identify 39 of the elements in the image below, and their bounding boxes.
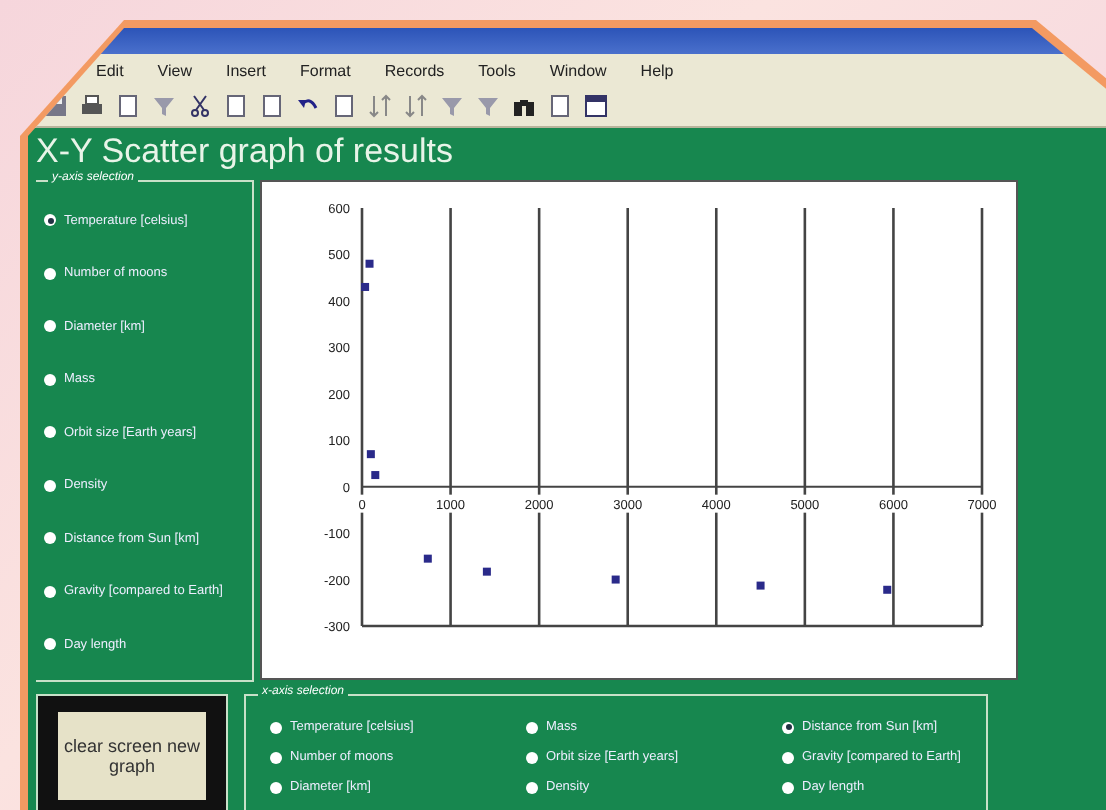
- binoculars-icon[interactable]: [512, 94, 536, 118]
- radio-button[interactable]: [44, 320, 56, 333]
- radio-button[interactable]: [270, 781, 282, 793]
- menu-item[interactable]: Tools: [478, 61, 516, 79]
- menu-item[interactable]: Insert: [226, 61, 267, 79]
- radio-button[interactable]: [44, 585, 56, 598]
- radio-button[interactable]: [44, 532, 56, 545]
- page-icon[interactable]: [332, 94, 356, 118]
- page-icon[interactable]: [224, 94, 248, 118]
- sort-icon[interactable]: [404, 94, 428, 118]
- radio-button[interactable]: [44, 638, 56, 651]
- menu-item[interactable]: Records: [384, 61, 445, 79]
- menu-item[interactable]: Help: [640, 61, 674, 79]
- radio-button[interactable]: [44, 373, 56, 386]
- radio-button[interactable]: [270, 721, 282, 733]
- form-title: X-Y Scatter graph of results: [36, 132, 454, 171]
- radio-button[interactable]: [526, 781, 538, 793]
- radio-button[interactable]: [44, 426, 56, 439]
- scissors-icon[interactable]: [188, 94, 212, 118]
- sort-icon[interactable]: [368, 94, 392, 118]
- radio-button[interactable]: [526, 721, 538, 733]
- page-icon[interactable]: [116, 94, 140, 118]
- radio-button[interactable]: [44, 479, 56, 492]
- radio-button[interactable]: [782, 781, 794, 793]
- clear-button[interactable]: clear screen new graph: [58, 712, 206, 800]
- radio-button[interactable]: [44, 214, 56, 227]
- radio-button[interactable]: [526, 751, 538, 763]
- radio-button[interactable]: [782, 721, 794, 733]
- printer-icon[interactable]: [80, 94, 104, 118]
- menu-item[interactable]: Format: [300, 61, 351, 79]
- page-icon[interactable]: [260, 94, 284, 118]
- menu-item[interactable]: Window: [549, 61, 607, 79]
- page-icon[interactable]: [548, 94, 572, 118]
- window-icon[interactable]: [584, 94, 608, 118]
- radio-button[interactable]: [270, 751, 282, 763]
- radio-button[interactable]: [44, 267, 56, 280]
- menu-item[interactable]: View: [157, 61, 192, 79]
- radio-button[interactable]: [782, 751, 794, 763]
- menu-item[interactable]: Edit: [96, 61, 124, 79]
